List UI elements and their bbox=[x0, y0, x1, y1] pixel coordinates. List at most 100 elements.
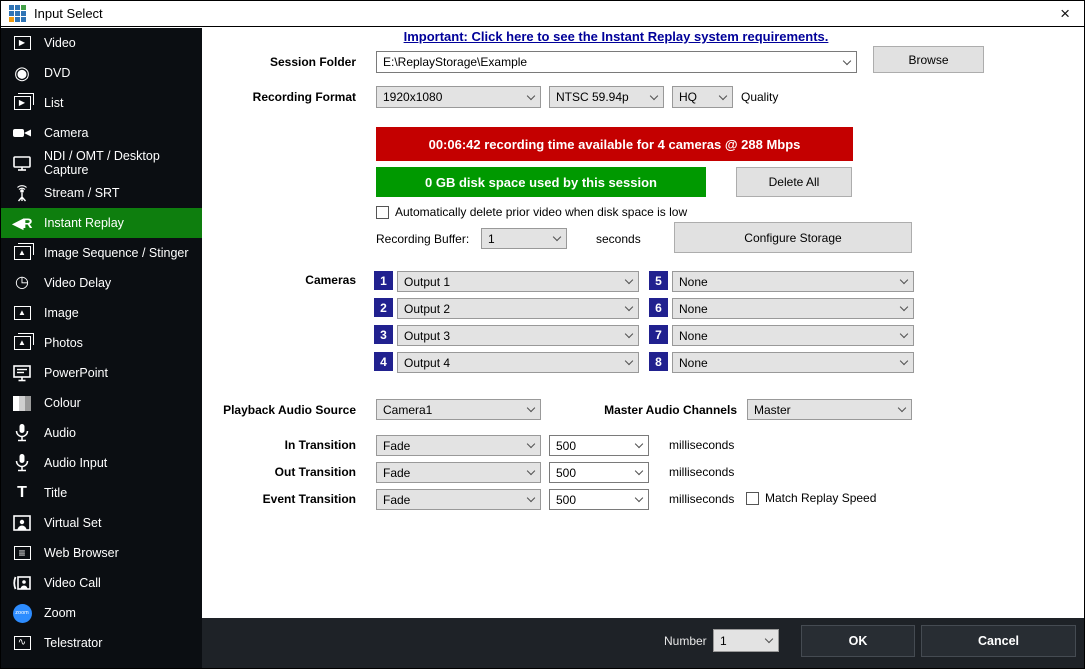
sidebar-item-image-sequence[interactable]: ▲ Image Sequence / Stinger bbox=[1, 238, 202, 268]
sidebar-item-zoom[interactable]: zoom Zoom bbox=[1, 598, 202, 628]
video-call-icon bbox=[10, 572, 34, 594]
chevron-down-icon bbox=[635, 494, 643, 502]
playback-audio-combo[interactable]: Camera1 bbox=[376, 399, 541, 420]
quality-combo[interactable]: HQ bbox=[672, 86, 733, 108]
number-combo[interactable]: 1 bbox=[713, 629, 779, 652]
chevron-down-icon bbox=[527, 440, 535, 448]
sidebar-item-label: Image Sequence / Stinger bbox=[44, 246, 189, 260]
microphone-icon bbox=[10, 422, 34, 444]
recording-buffer-combo[interactable]: 1 bbox=[481, 228, 567, 249]
out-transition-combo[interactable]: Fade bbox=[376, 462, 541, 483]
ok-button[interactable]: OK bbox=[801, 625, 915, 657]
close-icon[interactable]: × bbox=[1060, 3, 1070, 25]
auto-delete-checkbox[interactable] bbox=[376, 206, 389, 219]
replay-arrow-icon: ◀R bbox=[10, 212, 34, 234]
auto-delete-checkbox-row[interactable]: Automatically delete prior video when di… bbox=[376, 205, 687, 219]
camera-number-badge: 2 bbox=[374, 298, 393, 317]
chevron-down-icon bbox=[900, 303, 908, 311]
configure-storage-button[interactable]: Configure Storage bbox=[674, 222, 912, 253]
chevron-down-icon bbox=[898, 404, 906, 412]
chevron-down-icon bbox=[527, 404, 535, 412]
session-folder-value: E:\ReplayStorage\Example bbox=[383, 55, 844, 69]
sidebar-item-label: Instant Replay bbox=[44, 216, 124, 230]
in-transition-effect: Fade bbox=[383, 439, 528, 453]
sidebar-item-label: Audio bbox=[44, 426, 76, 440]
virtual-set-icon bbox=[10, 512, 34, 534]
playback-audio-label: Playback Audio Source bbox=[223, 403, 356, 417]
camera-4-combo[interactable]: Output 4 bbox=[397, 352, 639, 373]
camera-3-combo[interactable]: Output 3 bbox=[397, 325, 639, 346]
sidebar-item-camera[interactable]: Camera bbox=[1, 118, 202, 148]
event-transition-ms-combo[interactable]: 500 bbox=[549, 489, 649, 510]
match-replay-checkbox-row[interactable]: Match Replay Speed bbox=[746, 491, 876, 505]
camera-number-badge: 4 bbox=[374, 352, 393, 371]
in-transition-unit: milliseconds bbox=[669, 438, 734, 452]
in-transition-combo[interactable]: Fade bbox=[376, 435, 541, 456]
framerate-combo[interactable]: NTSC 59.94p bbox=[549, 86, 664, 108]
camera-slot-2: 2 Output 2 bbox=[374, 298, 639, 319]
resolution-combo[interactable]: 1920x1080 bbox=[376, 86, 541, 108]
sidebar-item-ndi[interactable]: NDI / OMT / Desktop Capture bbox=[1, 148, 202, 178]
event-transition-combo[interactable]: Fade bbox=[376, 489, 541, 510]
sidebar-item-label: DVD bbox=[44, 66, 70, 80]
sidebar-item-instant-replay[interactable]: ◀R Instant Replay bbox=[1, 208, 202, 238]
session-folder-label: Session Folder bbox=[270, 55, 356, 69]
chevron-down-icon bbox=[553, 233, 561, 241]
camera-4-value: Output 4 bbox=[404, 356, 626, 370]
sidebar-item-label: Video bbox=[44, 36, 76, 50]
camera-number-badge: 7 bbox=[649, 325, 668, 344]
sidebar-item-image[interactable]: ▲ Image bbox=[1, 298, 202, 328]
sidebar: ▶ Video ◉ DVD ▶ List Camera NDI / OMT / … bbox=[1, 28, 202, 668]
recording-buffer-value: 1 bbox=[488, 232, 554, 246]
sidebar-item-audio-input[interactable]: Audio Input bbox=[1, 448, 202, 478]
number-label: Number bbox=[664, 634, 707, 648]
in-transition-label: In Transition bbox=[285, 438, 356, 452]
in-transition-ms-combo[interactable]: 500 bbox=[549, 435, 649, 456]
sidebar-item-stream[interactable]: Stream / SRT bbox=[1, 178, 202, 208]
camera-8-combo[interactable]: None bbox=[672, 352, 914, 373]
sidebar-item-virtual-set[interactable]: Virtual Set bbox=[1, 508, 202, 538]
footer-bar: Number 1 OK Cancel bbox=[202, 618, 1084, 668]
input-select-dialog: Input Select × ▶ Video ◉ DVD ▶ List Came… bbox=[0, 0, 1085, 669]
camera-7-combo[interactable]: None bbox=[672, 325, 914, 346]
sidebar-item-colour[interactable]: Colour bbox=[1, 388, 202, 418]
out-transition-effect: Fade bbox=[383, 466, 528, 480]
browse-button[interactable]: Browse bbox=[873, 46, 984, 73]
cancel-button[interactable]: Cancel bbox=[921, 625, 1076, 657]
camera-5-combo[interactable]: None bbox=[672, 271, 914, 292]
sidebar-item-video-call[interactable]: Video Call bbox=[1, 568, 202, 598]
sidebar-item-list[interactable]: ▶ List bbox=[1, 88, 202, 118]
sidebar-item-telestrator[interactable]: ∿ Telestrator bbox=[1, 628, 202, 658]
sidebar-item-label: Web Browser bbox=[44, 546, 119, 560]
master-audio-combo[interactable]: Master bbox=[747, 399, 912, 420]
sidebar-item-video-delay[interactable]: ◷ Video Delay bbox=[1, 268, 202, 298]
sidebar-item-audio[interactable]: Audio bbox=[1, 418, 202, 448]
out-transition-label: Out Transition bbox=[275, 465, 356, 479]
video-camera-icon bbox=[10, 122, 34, 144]
antenna-icon bbox=[10, 182, 34, 204]
sidebar-item-photos[interactable]: ▲ Photos bbox=[1, 328, 202, 358]
camera-5-value: None bbox=[679, 275, 901, 289]
sidebar-item-powerpoint[interactable]: PowerPoint bbox=[1, 358, 202, 388]
sidebar-item-dvd[interactable]: ◉ DVD bbox=[1, 58, 202, 88]
session-folder-combo[interactable]: E:\ReplayStorage\Example bbox=[376, 51, 857, 73]
camera-2-combo[interactable]: Output 2 bbox=[397, 298, 639, 319]
delete-all-button[interactable]: Delete All bbox=[736, 167, 852, 197]
chevron-down-icon bbox=[765, 635, 773, 643]
camera-number-badge: 5 bbox=[649, 271, 668, 290]
camera-6-combo[interactable]: None bbox=[672, 298, 914, 319]
sidebar-item-label: Stream / SRT bbox=[44, 186, 119, 200]
out-transition-ms-combo[interactable]: 500 bbox=[549, 462, 649, 483]
clock-icon: ◷ bbox=[10, 272, 34, 294]
sidebar-item-video[interactable]: ▶ Video bbox=[1, 28, 202, 58]
important-link[interactable]: Important: Click here to see the Instant… bbox=[376, 29, 856, 44]
match-replay-checkbox[interactable] bbox=[746, 492, 759, 505]
camera-1-combo[interactable]: Output 1 bbox=[397, 271, 639, 292]
camera-slot-7: 7 None bbox=[649, 325, 914, 346]
event-transition-label: Event Transition bbox=[263, 492, 356, 506]
camera-number-badge: 1 bbox=[374, 271, 393, 290]
chevron-down-icon bbox=[650, 91, 658, 99]
sidebar-item-title[interactable]: T Title bbox=[1, 478, 202, 508]
camera-7-value: None bbox=[679, 329, 901, 343]
sidebar-item-web-browser[interactable]: ≡ Web Browser bbox=[1, 538, 202, 568]
